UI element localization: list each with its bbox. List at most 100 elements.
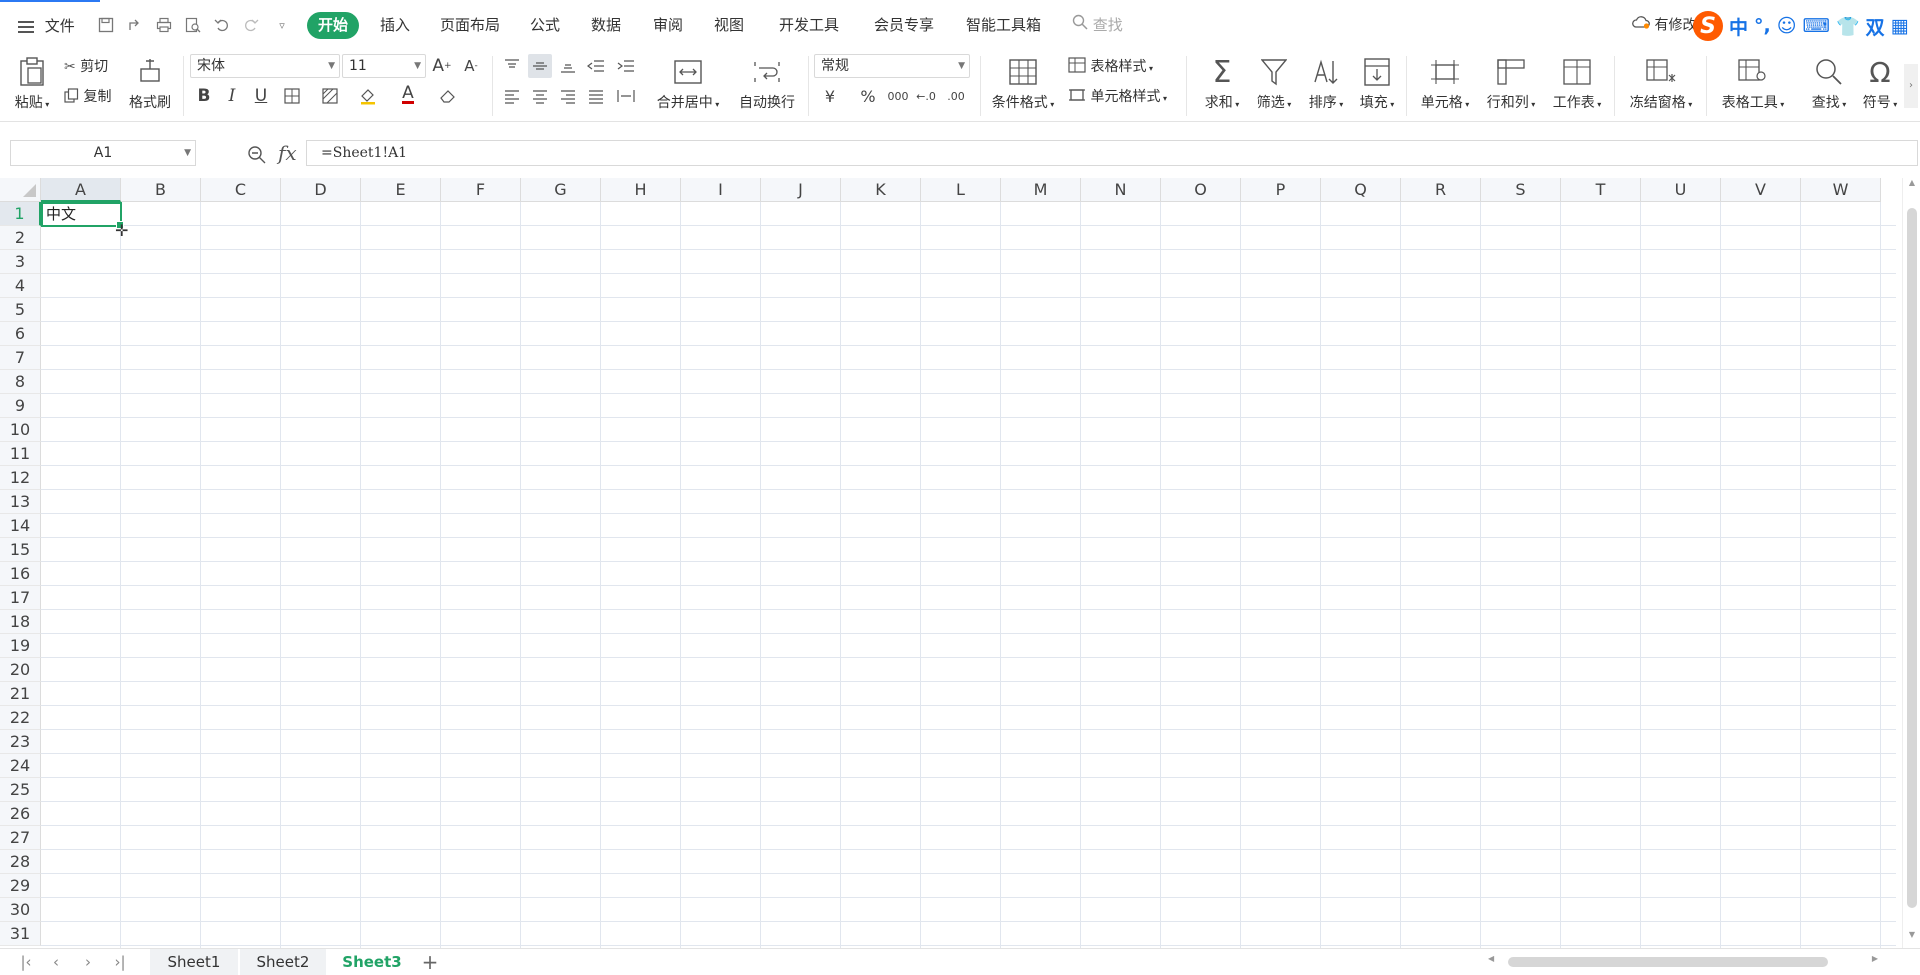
- search-box[interactable]: 查找: [1072, 12, 1123, 39]
- format-painter-button[interactable]: 格式刷: [126, 52, 174, 112]
- first-sheet-icon[interactable]: |‹: [14, 949, 38, 975]
- tab-data[interactable]: 数据: [583, 12, 629, 39]
- column-header-o[interactable]: O: [1161, 178, 1241, 202]
- undo-icon[interactable]: [211, 14, 233, 36]
- tab-smart-toolbox[interactable]: 智能工具箱: [958, 12, 1049, 39]
- formula-input[interactable]: =Sheet1!A1: [306, 140, 1918, 166]
- align-bottom-icon[interactable]: [556, 54, 580, 78]
- fill-color-icon[interactable]: [356, 84, 380, 108]
- ime-mode[interactable]: 中: [1729, 13, 1748, 40]
- cut-button[interactable]: ✂ 剪切: [64, 56, 108, 76]
- sort-button[interactable]: 排序 ▾: [1304, 52, 1348, 112]
- tab-home[interactable]: 开始: [307, 12, 360, 39]
- column-header-e[interactable]: E: [361, 178, 441, 202]
- font-name-select[interactable]: 宋体 ▼: [190, 54, 340, 78]
- next-sheet-icon[interactable]: ›: [76, 949, 100, 975]
- freeze-panes-button[interactable]: 冻结窗格 ▾: [1624, 52, 1698, 112]
- percent-icon[interactable]: %: [856, 84, 880, 108]
- decrease-indent-icon[interactable]: [584, 54, 608, 78]
- tab-insert[interactable]: 插入: [372, 12, 418, 39]
- redo-icon[interactable]: [240, 14, 262, 36]
- sheet-tab-sheet2[interactable]: Sheet2: [240, 949, 326, 975]
- row-header-8[interactable]: 8: [0, 370, 41, 394]
- emoji-icon[interactable]: ☺: [1777, 15, 1797, 37]
- decrease-font-icon[interactable]: A-: [459, 54, 483, 78]
- row-header-11[interactable]: 11: [0, 442, 41, 466]
- tab-page-layout[interactable]: 页面布局: [432, 12, 508, 39]
- row-header-19[interactable]: 19: [0, 634, 41, 658]
- print-icon[interactable]: [153, 14, 175, 36]
- cell-fill-pattern-icon[interactable]: [318, 84, 342, 108]
- cloud-status[interactable]: 有修改: [1632, 12, 1696, 39]
- worksheet-button[interactable]: 工作表 ▾: [1548, 52, 1606, 112]
- clear-format-icon[interactable]: [436, 84, 460, 108]
- column-header-d[interactable]: D: [281, 178, 361, 202]
- currency-icon[interactable]: ¥: [818, 84, 842, 108]
- row-header-7[interactable]: 7: [0, 346, 41, 370]
- thousands-separator-icon[interactable]: 000: [886, 84, 910, 108]
- column-header-b[interactable]: B: [121, 178, 201, 202]
- column-header-k[interactable]: K: [841, 178, 921, 202]
- number-format-select[interactable]: 常规 ▼: [814, 54, 970, 78]
- row-header-16[interactable]: 16: [0, 562, 41, 586]
- prev-sheet-icon[interactable]: ‹: [44, 949, 68, 975]
- merge-center-button[interactable]: 合并居中 ▾: [652, 52, 724, 112]
- align-middle-icon[interactable]: [528, 54, 552, 78]
- underline-button[interactable]: U: [249, 84, 273, 108]
- column-header-i[interactable]: I: [681, 178, 761, 202]
- horizontal-scrollbar[interactable]: ◀ ▶: [1488, 954, 1878, 970]
- paste-button[interactable]: 粘贴 ▾: [12, 52, 52, 112]
- align-left-icon[interactable]: [500, 84, 524, 108]
- tab-review[interactable]: 审阅: [645, 12, 691, 39]
- save-icon[interactable]: [95, 14, 117, 36]
- row-header-2[interactable]: 2: [0, 226, 41, 250]
- row-header-4[interactable]: 4: [0, 274, 41, 298]
- row-header-6[interactable]: 6: [0, 322, 41, 346]
- row-header-31[interactable]: 31: [0, 922, 41, 946]
- row-header-14[interactable]: 14: [0, 514, 41, 538]
- column-header-j[interactable]: J: [761, 178, 841, 202]
- column-header-n[interactable]: N: [1081, 178, 1161, 202]
- row-header-20[interactable]: 20: [0, 658, 41, 682]
- tab-member[interactable]: 会员专享: [866, 12, 942, 39]
- table-style-button[interactable]: 表格样式 ▾: [1068, 56, 1153, 77]
- row-header-21[interactable]: 21: [0, 682, 41, 706]
- select-all-corner[interactable]: [0, 178, 41, 202]
- row-header-3[interactable]: 3: [0, 250, 41, 274]
- bold-button[interactable]: B: [192, 84, 216, 108]
- column-header-r[interactable]: R: [1401, 178, 1481, 202]
- row-header-30[interactable]: 30: [0, 898, 41, 922]
- row-header-27[interactable]: 27: [0, 826, 41, 850]
- conditional-format-button[interactable]: 条件格式 ▾: [986, 52, 1060, 112]
- italic-button[interactable]: I: [220, 84, 244, 108]
- print-preview-icon[interactable]: [182, 14, 204, 36]
- increase-indent-icon[interactable]: [614, 54, 638, 78]
- row-header-28[interactable]: 28: [0, 850, 41, 874]
- row-header-26[interactable]: 26: [0, 802, 41, 826]
- increase-font-icon[interactable]: A +: [430, 54, 454, 78]
- decrease-decimal-icon[interactable]: .00: [944, 84, 968, 108]
- row-header-22[interactable]: 22: [0, 706, 41, 730]
- sum-button[interactable]: Σ 求和 ▾: [1200, 52, 1244, 112]
- row-header-13[interactable]: 13: [0, 490, 41, 514]
- column-header-u[interactable]: U: [1641, 178, 1721, 202]
- column-header-w[interactable]: W: [1801, 178, 1881, 202]
- increase-decimal-icon[interactable]: ←.0: [914, 84, 938, 108]
- spreadsheet-grid[interactable]: ABCDEFGHIJKLMNOPQRSTUVW 1 2 3 4 5 6 7 8 9 10 11 12 1…: [0, 178, 1920, 948]
- row-header-15[interactable]: 15: [0, 538, 41, 562]
- sogou-logo-icon[interactable]: S: [1693, 11, 1723, 41]
- row-header-12[interactable]: 12: [0, 466, 41, 490]
- ime-punctuation[interactable]: °,: [1754, 15, 1771, 37]
- column-header-c[interactable]: C: [201, 178, 281, 202]
- last-sheet-icon[interactable]: ›|: [108, 949, 132, 975]
- distributed-align-icon[interactable]: [614, 84, 638, 108]
- font-size-select[interactable]: 11 ▼: [342, 54, 426, 78]
- copy-button[interactable]: 复制: [64, 86, 111, 107]
- row-header-23[interactable]: 23: [0, 730, 41, 754]
- sheet-tab-sheet3[interactable]: Sheet3: [328, 949, 416, 975]
- row-header-5[interactable]: 5: [0, 298, 41, 322]
- scroll-up-icon[interactable]: ▲: [1905, 178, 1919, 194]
- tab-view[interactable]: 视图: [706, 12, 752, 39]
- column-header-v[interactable]: V: [1721, 178, 1801, 202]
- align-right-icon[interactable]: [556, 84, 580, 108]
